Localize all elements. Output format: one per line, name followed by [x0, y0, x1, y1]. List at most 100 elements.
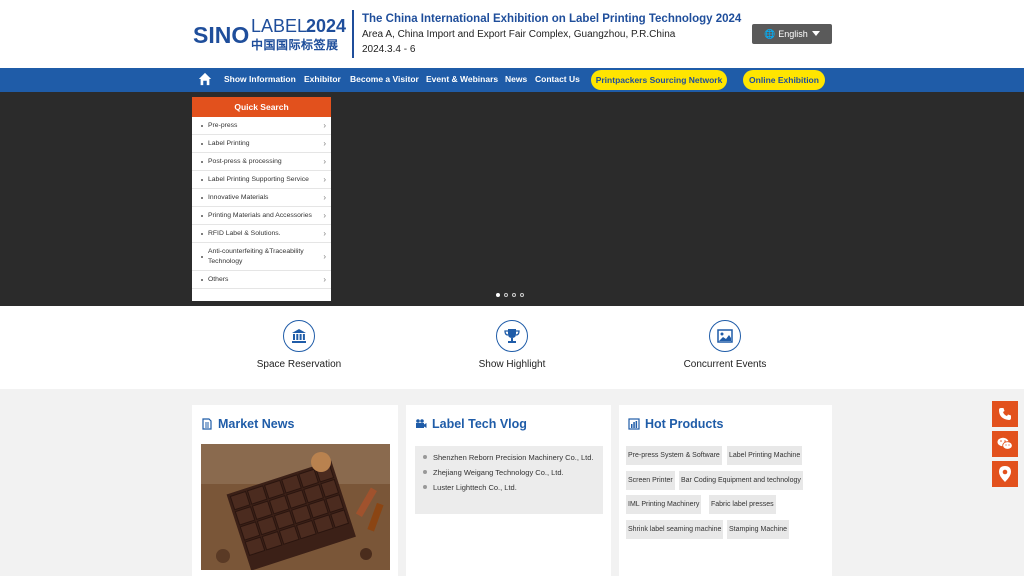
hot-products-title: Hot Products: [645, 417, 724, 431]
header-divider: [352, 10, 354, 58]
chevron-right-icon: ›: [323, 210, 326, 220]
product-tag[interactable]: Bar Coding Equipment and technology: [679, 471, 803, 490]
market-news-title: Market News: [218, 417, 295, 431]
quick-search-item-label: Anti-counterfeiting &Traceability Techno…: [208, 247, 304, 265]
space-reservation-link[interactable]: Space Reservation: [239, 320, 359, 370]
chevron-right-icon: ›: [323, 228, 326, 238]
carousel-dot[interactable]: [520, 293, 524, 297]
vlog-item[interactable]: Luster Lighttech Co., Ltd.: [421, 481, 597, 494]
phone-icon: [999, 408, 1011, 420]
logo-year-text: 2024: [306, 16, 347, 36]
nav-online-exhibition-button[interactable]: Online Exhibition: [743, 70, 825, 90]
chevron-right-icon: ›: [323, 192, 326, 202]
product-tag[interactable]: Fabric label presses: [709, 495, 776, 514]
document-icon: [202, 418, 212, 430]
chevron-right-icon: ›: [323, 251, 326, 261]
product-tag[interactable]: Shrink label seaming machine: [626, 520, 724, 539]
language-label: English: [778, 29, 808, 39]
show-highlight-link[interactable]: Show Highlight: [452, 320, 572, 370]
quick-search-item-supporting-service[interactable]: Label Printing Supporting Service ›: [192, 171, 331, 189]
vlog-heading[interactable]: Label Tech Vlog: [415, 417, 527, 431]
quick-search-item-label-printing[interactable]: Label Printing ›: [192, 135, 331, 153]
quick-search-item-anti-counterfeiting[interactable]: Anti-counterfeiting &Traceability Techno…: [192, 243, 331, 271]
logo-label-text: LABEL: [251, 16, 308, 36]
space-reservation-label: Space Reservation: [256, 359, 342, 370]
quick-search-item-prepress[interactable]: Pre-press ›: [192, 117, 331, 135]
site-header: SINO LABEL 2024 中国国际标签展 The China Intern…: [0, 0, 1024, 68]
nav-event-webinars[interactable]: Event & Webinars: [426, 74, 498, 84]
carousel-dot[interactable]: [512, 293, 516, 297]
sinolabel-logo[interactable]: SINO LABEL 2024 中国国际标签展: [193, 10, 349, 54]
chevron-right-icon: ›: [323, 174, 326, 184]
carousel-dot[interactable]: [504, 293, 508, 297]
quick-search-item-label: Post-press & processing: [208, 157, 282, 165]
label-tech-vlog-panel: Label Tech Vlog Shenzhen Reborn Precisio…: [406, 405, 611, 576]
nav-news[interactable]: News: [505, 74, 527, 84]
language-selector[interactable]: 🌐 English: [752, 24, 832, 44]
carousel-dot[interactable]: [496, 293, 500, 297]
concurrent-events-label: Concurrent Events: [683, 359, 767, 370]
bar-chart-icon: [628, 418, 640, 430]
caret-down-icon: [812, 31, 820, 36]
nav-show-information[interactable]: Show Information: [224, 74, 296, 84]
nav-printpackers-button[interactable]: Printpackers Sourcing Network: [591, 70, 727, 90]
quick-search-item-printing-materials[interactable]: Printing Materials and Accessories ›: [192, 207, 331, 225]
chevron-right-icon: ›: [323, 120, 326, 130]
market-news-heading[interactable]: Market News: [201, 417, 294, 431]
exhibition-date: 2024.3.4 - 6: [362, 44, 416, 55]
building-icon: [283, 320, 315, 352]
quick-search-title: Quick Search: [192, 97, 331, 117]
home-icon[interactable]: [198, 72, 212, 86]
quick-search-item-rfid[interactable]: RFID Label & Solutions. ›: [192, 225, 331, 243]
trophy-icon: [496, 320, 528, 352]
quick-search-panel: Quick Search Pre-press › Label Printing …: [192, 97, 331, 301]
quick-search-item-label: Pre-press: [208, 121, 238, 129]
product-tag[interactable]: Screen Printer: [626, 471, 675, 490]
nav-become-visitor[interactable]: Become a Visitor: [350, 74, 419, 84]
exhibition-title: The China International Exhibition on La…: [362, 13, 742, 25]
phone-button[interactable]: [992, 401, 1018, 427]
concurrent-events-link[interactable]: Concurrent Events: [665, 320, 785, 370]
vlog-item[interactable]: Shenzhen Reborn Precision Machinery Co.,…: [421, 451, 597, 464]
logo-chinese-text: 中国国际标签展: [251, 38, 339, 52]
product-tag[interactable]: Stamping Machine: [727, 520, 789, 539]
wechat-button[interactable]: [992, 431, 1018, 457]
news-thumbnail-image[interactable]: [201, 444, 390, 570]
video-camera-icon: [416, 419, 427, 428]
wechat-icon: [997, 437, 1013, 450]
product-tag[interactable]: Label Printing Machine: [727, 446, 803, 465]
hot-products-panel: Hot Products Pre-press System & Software…: [619, 405, 832, 576]
quick-search-item-label: Label Printing: [208, 139, 250, 147]
product-tag[interactable]: IML Printing Machinery: [626, 495, 702, 514]
feature-strip: Space Reservation Show Highlight Concurr…: [0, 306, 1024, 389]
market-news-panel: Market News: [192, 405, 398, 576]
chevron-right-icon: ›: [323, 138, 326, 148]
vlog-title: Label Tech Vlog: [432, 417, 527, 431]
quick-search-item-label: RFID Label & Solutions.: [208, 229, 281, 237]
logo-sino-text: SINO: [193, 22, 250, 48]
quick-search-item-label: Innovative Materials: [208, 193, 269, 201]
main-nav: Show Information Exhibitor Become a Visi…: [0, 68, 1024, 92]
vlog-item[interactable]: Zhejiang Weigang Technology Co., Ltd.: [421, 466, 597, 479]
hot-products-heading[interactable]: Hot Products: [628, 417, 723, 431]
quick-search-item-label: Others: [208, 275, 229, 283]
show-highlight-label: Show Highlight: [478, 359, 546, 370]
nav-contact-us[interactable]: Contact Us: [535, 74, 580, 84]
exhibition-venue: Area A, China Import and Export Fair Com…: [362, 29, 676, 40]
picture-icon: [709, 320, 741, 352]
quick-search-item-others[interactable]: Others ›: [192, 271, 331, 289]
hero-carousel[interactable]: [0, 92, 1024, 306]
product-tag[interactable]: Pre-press System & Software: [626, 446, 722, 465]
quick-search-item-label: Label Printing Supporting Service: [208, 175, 309, 183]
globe-icon: 🌐: [764, 28, 776, 39]
location-button[interactable]: [992, 461, 1018, 487]
quick-search-item-innovative-materials[interactable]: Innovative Materials ›: [192, 189, 331, 207]
quick-search-item-label: Printing Materials and Accessories: [208, 211, 312, 219]
chevron-right-icon: ›: [323, 156, 326, 166]
carousel-dots: [496, 293, 524, 297]
nav-exhibitor[interactable]: Exhibitor: [304, 74, 341, 84]
chevron-right-icon: ›: [323, 274, 326, 284]
quick-search-item-postpress[interactable]: Post-press & processing ›: [192, 153, 331, 171]
vlog-list: Shenzhen Reborn Precision Machinery Co.,…: [415, 446, 603, 514]
map-pin-icon: [999, 466, 1011, 482]
